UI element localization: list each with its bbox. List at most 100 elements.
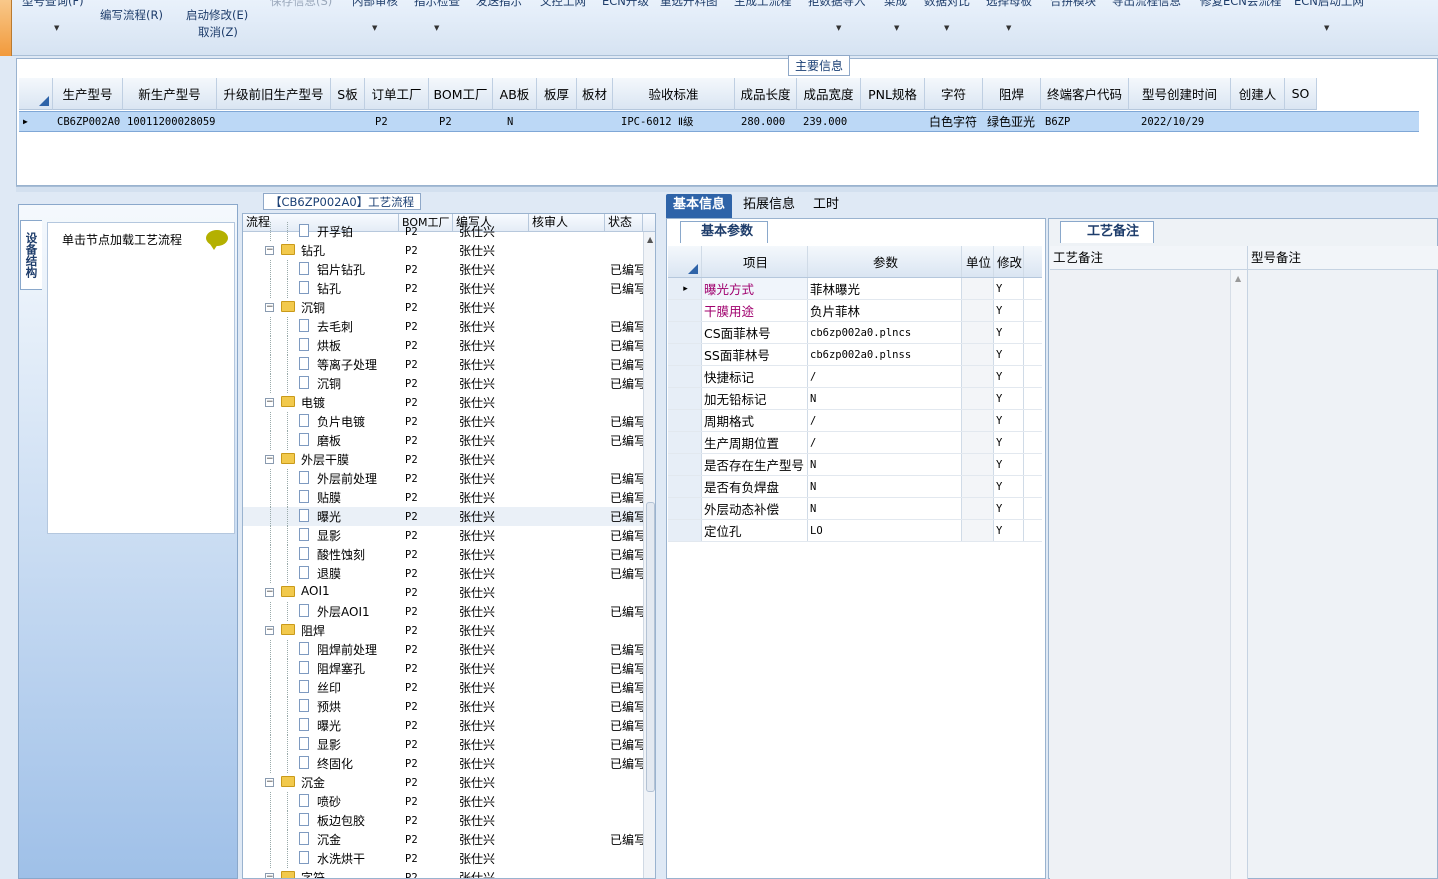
table-cell[interactable]	[217, 112, 331, 131]
col-header[interactable]: 成品长度	[735, 78, 797, 110]
chevron-down-icon[interactable]: ▼	[1006, 24, 1011, 32]
table-row[interactable]: 周期格式 / Y	[668, 410, 1042, 432]
toolbar-save-button[interactable]: 保存信息(S)	[270, 0, 332, 9]
tree-row[interactable]: 退膜 P2 张仕兴 已编写	[243, 564, 643, 583]
collapse-icon[interactable]: −	[265, 873, 274, 878]
tree-row[interactable]: 终固化 P2 张仕兴 已编写	[243, 754, 643, 773]
toolbar-cancel-button[interactable]: 取消(Z)	[198, 24, 238, 40]
table-row[interactable]: 干膜用途 负片菲林 Y	[668, 300, 1042, 322]
chevron-down-icon[interactable]: ▼	[944, 24, 949, 32]
col-header[interactable]: 验收标准	[613, 78, 735, 110]
tree-scrollbar[interactable]: ▲	[643, 232, 655, 878]
table-cell[interactable]	[861, 112, 925, 131]
col-header[interactable]: 生产型号	[53, 78, 123, 110]
tree-row[interactable]: 沉铜 P2 张仕兴 已编写	[243, 374, 643, 393]
tree-row[interactable]: 烘板 P2 张仕兴 已编写	[243, 336, 643, 355]
col-header[interactable]: 板厚	[537, 78, 577, 110]
table-cell[interactable]: 白色字符	[925, 112, 983, 131]
tree-row[interactable]: 显影 P2 张仕兴 已编写	[243, 526, 643, 545]
toolbar-merge-button[interactable]: 合拼模块	[1050, 0, 1096, 9]
param-value[interactable]: /	[808, 410, 962, 431]
tab-basic-params[interactable]: 基本参数	[680, 221, 769, 243]
toolbar-check-button[interactable]: 指示检查	[414, 0, 460, 9]
col-header[interactable]: 终端客户代码	[1041, 78, 1129, 110]
col-header[interactable]: 订单工厂	[365, 78, 429, 110]
tree-row[interactable]: 贴膜 P2 张仕兴 已编写	[243, 488, 643, 507]
col-header[interactable]: BOM工厂	[429, 78, 493, 110]
tree-row[interactable]: 阻焊前处理 P2 张仕兴 已编写	[243, 640, 643, 659]
collapse-icon[interactable]: −	[265, 626, 274, 635]
param-value[interactable]: cb6zp002a0.plncs	[808, 322, 962, 343]
tab-extended-info[interactable]: 拓展信息	[736, 194, 802, 218]
tree-row[interactable]: 钻孔 P2 张仕兴 已编写	[243, 279, 643, 298]
tree-row[interactable]: 板边包胶 P2 张仕兴	[243, 811, 643, 830]
param-value[interactable]: /	[808, 432, 962, 453]
col-header[interactable]: AB板	[493, 78, 537, 110]
col-header[interactable]: 单位	[962, 246, 994, 277]
param-value[interactable]: 负片菲林	[808, 300, 962, 321]
toolbar-reselect-button[interactable]: 重选开料图	[660, 0, 718, 9]
param-value[interactable]: N	[808, 388, 962, 409]
chevron-down-icon[interactable]: ▼	[54, 24, 59, 32]
table-cell[interactable]	[577, 112, 613, 131]
chevron-down-icon[interactable]: ▼	[434, 24, 439, 32]
table-cell[interactable]: 10011200028059	[123, 112, 217, 131]
col-header[interactable]: PNL规格	[861, 78, 925, 110]
table-cell[interactable]: B6ZP	[1041, 112, 1129, 131]
table-cell[interactable]: P2	[365, 112, 429, 131]
tree-row[interactable]: 曝光 P2 张仕兴 已编写	[243, 716, 643, 735]
col-header[interactable]: 新生产型号	[123, 78, 217, 110]
chevron-down-icon[interactable]: ▼	[372, 24, 377, 32]
table-cell[interactable]: 239.000	[797, 112, 861, 131]
table-row[interactable]: 定位孔 LO Y	[668, 520, 1042, 542]
table-cell[interactable]: 2022/10/29	[1129, 112, 1231, 131]
table-row[interactable]: ▸ 曝光方式 菲林曝光 Y	[668, 278, 1042, 300]
table-row[interactable]: ▶ CB6ZP002A0 10011200028059 P2 P2 N IPC-…	[19, 111, 1419, 132]
tree-row[interactable]: 磨板 P2 张仕兴 已编写	[243, 431, 643, 450]
toolbar-ecn-upgrade-button[interactable]: ECN升级	[602, 0, 649, 9]
tree-row[interactable]: − 电镀 P2 张仕兴	[243, 393, 643, 412]
col-header[interactable]: 工艺备注	[1050, 246, 1248, 269]
toolbar-start-edit-button[interactable]: 启动修改(E)	[186, 7, 248, 23]
chevron-down-icon[interactable]: ▼	[836, 24, 841, 32]
tree-row[interactable]: 酸性蚀刻 P2 张仕兴 已编写	[243, 545, 643, 564]
tree-row[interactable]: − 沉铜 P2 张仕兴	[243, 298, 643, 317]
param-value[interactable]: N	[808, 454, 962, 475]
tree-row[interactable]: 阻焊塞孔 P2 张仕兴 已编写	[243, 659, 643, 678]
param-value[interactable]: 菲林曝光	[808, 278, 962, 299]
chevron-down-icon[interactable]: ▼	[1324, 24, 1329, 32]
table-row[interactable]: 是否存在生产型号 N Y	[668, 454, 1042, 476]
toolbar-export-button[interactable]: 导出流程信息	[1112, 0, 1181, 9]
col-header[interactable]: 项目	[702, 246, 808, 277]
table-row[interactable]: SS面菲林号 cb6zp002a0.plnss Y	[668, 344, 1042, 366]
toolbar-publish-button[interactable]: 文控上网	[540, 0, 586, 9]
col-header[interactable]: 型号创建时间	[1129, 78, 1231, 110]
chevron-down-icon[interactable]: ▼	[894, 24, 899, 32]
table-row[interactable]: 生产周期位置 / Y	[668, 432, 1042, 454]
col-header[interactable]: 创建人	[1231, 78, 1285, 110]
toolbar-menu-button[interactable]: 菜成	[884, 0, 907, 9]
toolbar-import-button[interactable]: 拒数据导入	[808, 0, 866, 9]
col-header[interactable]: 字符	[925, 78, 983, 110]
toolbar-generate-button[interactable]: 生成工流程	[734, 0, 792, 9]
toolbar-write-flow-button[interactable]: 编写流程(R)	[100, 7, 163, 23]
process-remark-field[interactable]	[1050, 270, 1248, 879]
tree-row[interactable]: 负片电镀 P2 张仕兴 已编写	[243, 412, 643, 431]
tree-row[interactable]: 丝印 P2 张仕兴 已编写	[243, 678, 643, 697]
tab-structure[interactable]: 设备结构	[20, 220, 42, 290]
table-cell[interactable]: P2	[429, 112, 493, 131]
table-row[interactable]: 加无铅标记 N Y	[668, 388, 1042, 410]
tree-row[interactable]: 外层前处理 P2 张仕兴 已编写	[243, 469, 643, 488]
param-value[interactable]: N	[808, 498, 962, 519]
tree-row[interactable]: − 字符 P2 张仕兴	[243, 868, 643, 878]
collapse-icon[interactable]: −	[265, 778, 274, 787]
toolbar-mother-board-button[interactable]: 选择母板	[986, 0, 1032, 9]
tree-row[interactable]: 外层AOI1 P2 张仕兴 已编写	[243, 602, 643, 621]
col-header[interactable]: 修改	[994, 246, 1024, 277]
toolbar-send-button[interactable]: 发送指示	[476, 0, 522, 9]
collapse-icon[interactable]: −	[265, 303, 274, 312]
param-value[interactable]: /	[808, 366, 962, 387]
tree-row[interactable]: − 钻孔 P2 张仕兴	[243, 241, 643, 260]
table-cell[interactable]	[1231, 112, 1285, 131]
tree-row[interactable]: 开孚铂 P2 张仕兴	[243, 222, 643, 241]
